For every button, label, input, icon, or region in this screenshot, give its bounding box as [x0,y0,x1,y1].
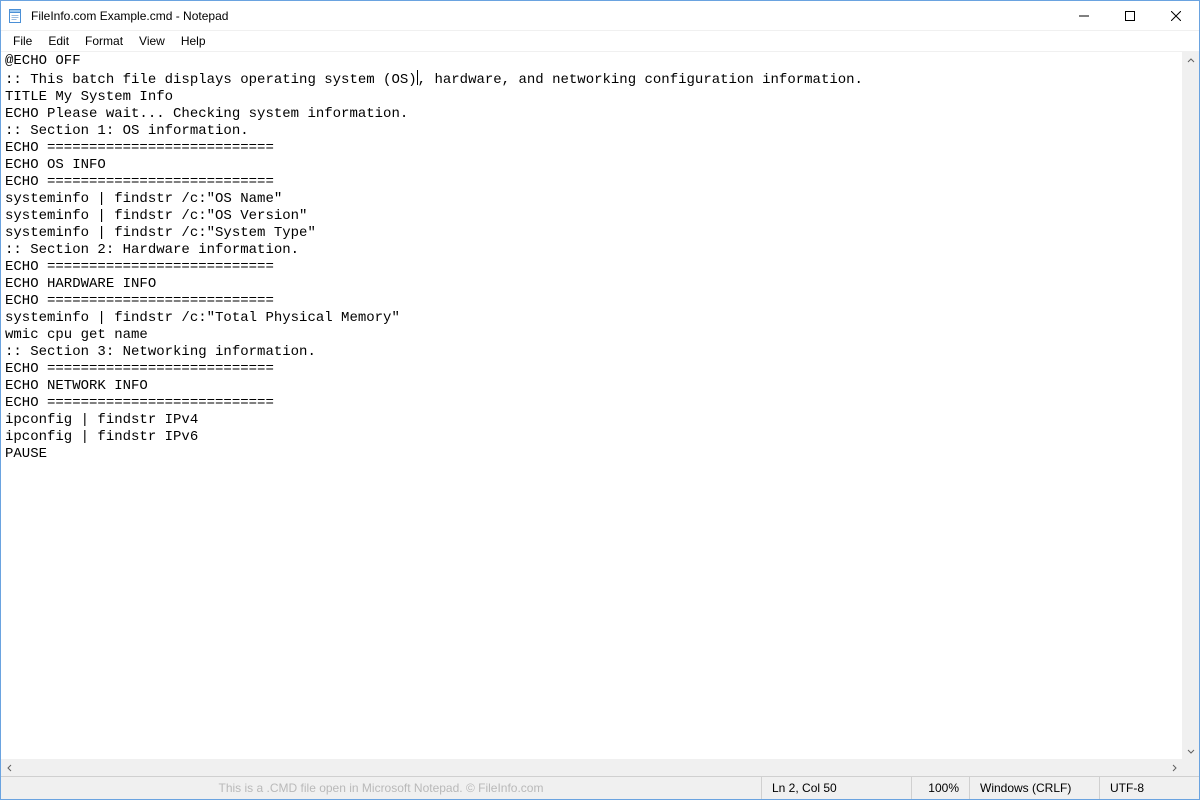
scroll-left-button[interactable] [1,759,18,776]
chevron-left-icon [6,764,14,772]
close-icon [1171,11,1181,21]
scroll-down-button[interactable] [1182,742,1199,759]
editor-area: @ECHO OFF :: This batch file displays op… [1,52,1199,776]
close-button[interactable] [1153,1,1199,30]
status-line-ending: Windows (CRLF) [969,777,1099,799]
status-zoom: 100% [911,777,969,799]
menu-help[interactable]: Help [173,32,214,50]
window-title: FileInfo.com Example.cmd - Notepad [29,9,1061,23]
notepad-icon [7,8,23,24]
chevron-down-icon [1187,747,1195,755]
text-editor[interactable]: @ECHO OFF :: This batch file displays op… [1,52,1182,759]
notepad-window: FileInfo.com Example.cmd - Notepad File … [0,0,1200,800]
maximize-button[interactable] [1107,1,1153,30]
status-cursor-position: Ln 2, Col 50 [761,777,911,799]
chevron-up-icon [1187,57,1195,65]
menu-view[interactable]: View [131,32,173,50]
scroll-corner [1182,759,1199,776]
menu-file[interactable]: File [5,32,40,50]
app-icon [1,8,29,24]
statusbar: This is a .CMD file open in Microsoft No… [1,776,1199,799]
minimize-icon [1079,11,1089,21]
vertical-scrollbar[interactable] [1182,52,1199,759]
menubar: File Edit Format View Help [1,31,1199,52]
chevron-right-icon [1170,764,1178,772]
maximize-icon [1125,11,1135,21]
titlebar[interactable]: FileInfo.com Example.cmd - Notepad [1,1,1199,31]
menu-edit[interactable]: Edit [40,32,77,50]
scroll-up-button[interactable] [1182,52,1199,69]
horizontal-scrollbar[interactable] [1,759,1182,776]
status-encoding: UTF-8 [1099,777,1199,799]
menu-format[interactable]: Format [77,32,131,50]
window-controls [1061,1,1199,30]
minimize-button[interactable] [1061,1,1107,30]
status-watermark: This is a .CMD file open in Microsoft No… [1,777,761,799]
text-caret [417,70,418,85]
scroll-right-button[interactable] [1165,759,1182,776]
